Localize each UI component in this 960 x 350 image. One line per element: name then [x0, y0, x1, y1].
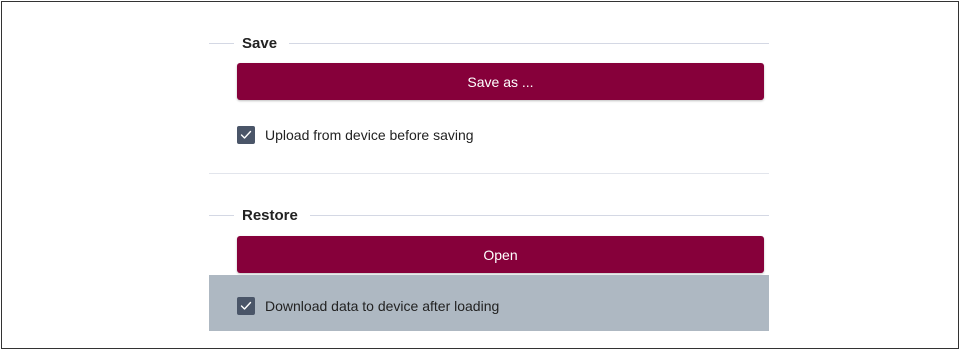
- check-icon: [240, 301, 252, 310]
- open-button[interactable]: Open: [237, 236, 764, 273]
- download-after-loading-option[interactable]: Download data to device after loading: [237, 295, 499, 317]
- restore-section-header: Restore: [209, 204, 769, 226]
- download-after-loading-label: Download data to device after loading: [265, 298, 500, 314]
- panel-frame: Save Save as ... Upload from device befo…: [1, 1, 959, 349]
- save-as-button[interactable]: Save as ...: [237, 63, 764, 100]
- upload-before-saving-checkbox[interactable]: [237, 126, 255, 144]
- header-rule-left: [209, 42, 234, 44]
- check-icon: [240, 130, 252, 139]
- upload-before-saving-label: Upload from device before saving: [265, 127, 474, 143]
- header-rule-left: [209, 214, 234, 216]
- save-section-header: Save: [209, 32, 769, 54]
- save-section-title: Save: [242, 34, 278, 52]
- header-rule-right: [309, 214, 769, 216]
- restore-section-title: Restore: [242, 206, 298, 224]
- header-rule-right: [289, 42, 769, 44]
- section-divider: [209, 173, 769, 174]
- upload-before-saving-option[interactable]: Upload from device before saving: [237, 124, 474, 146]
- download-after-loading-checkbox[interactable]: [237, 297, 255, 315]
